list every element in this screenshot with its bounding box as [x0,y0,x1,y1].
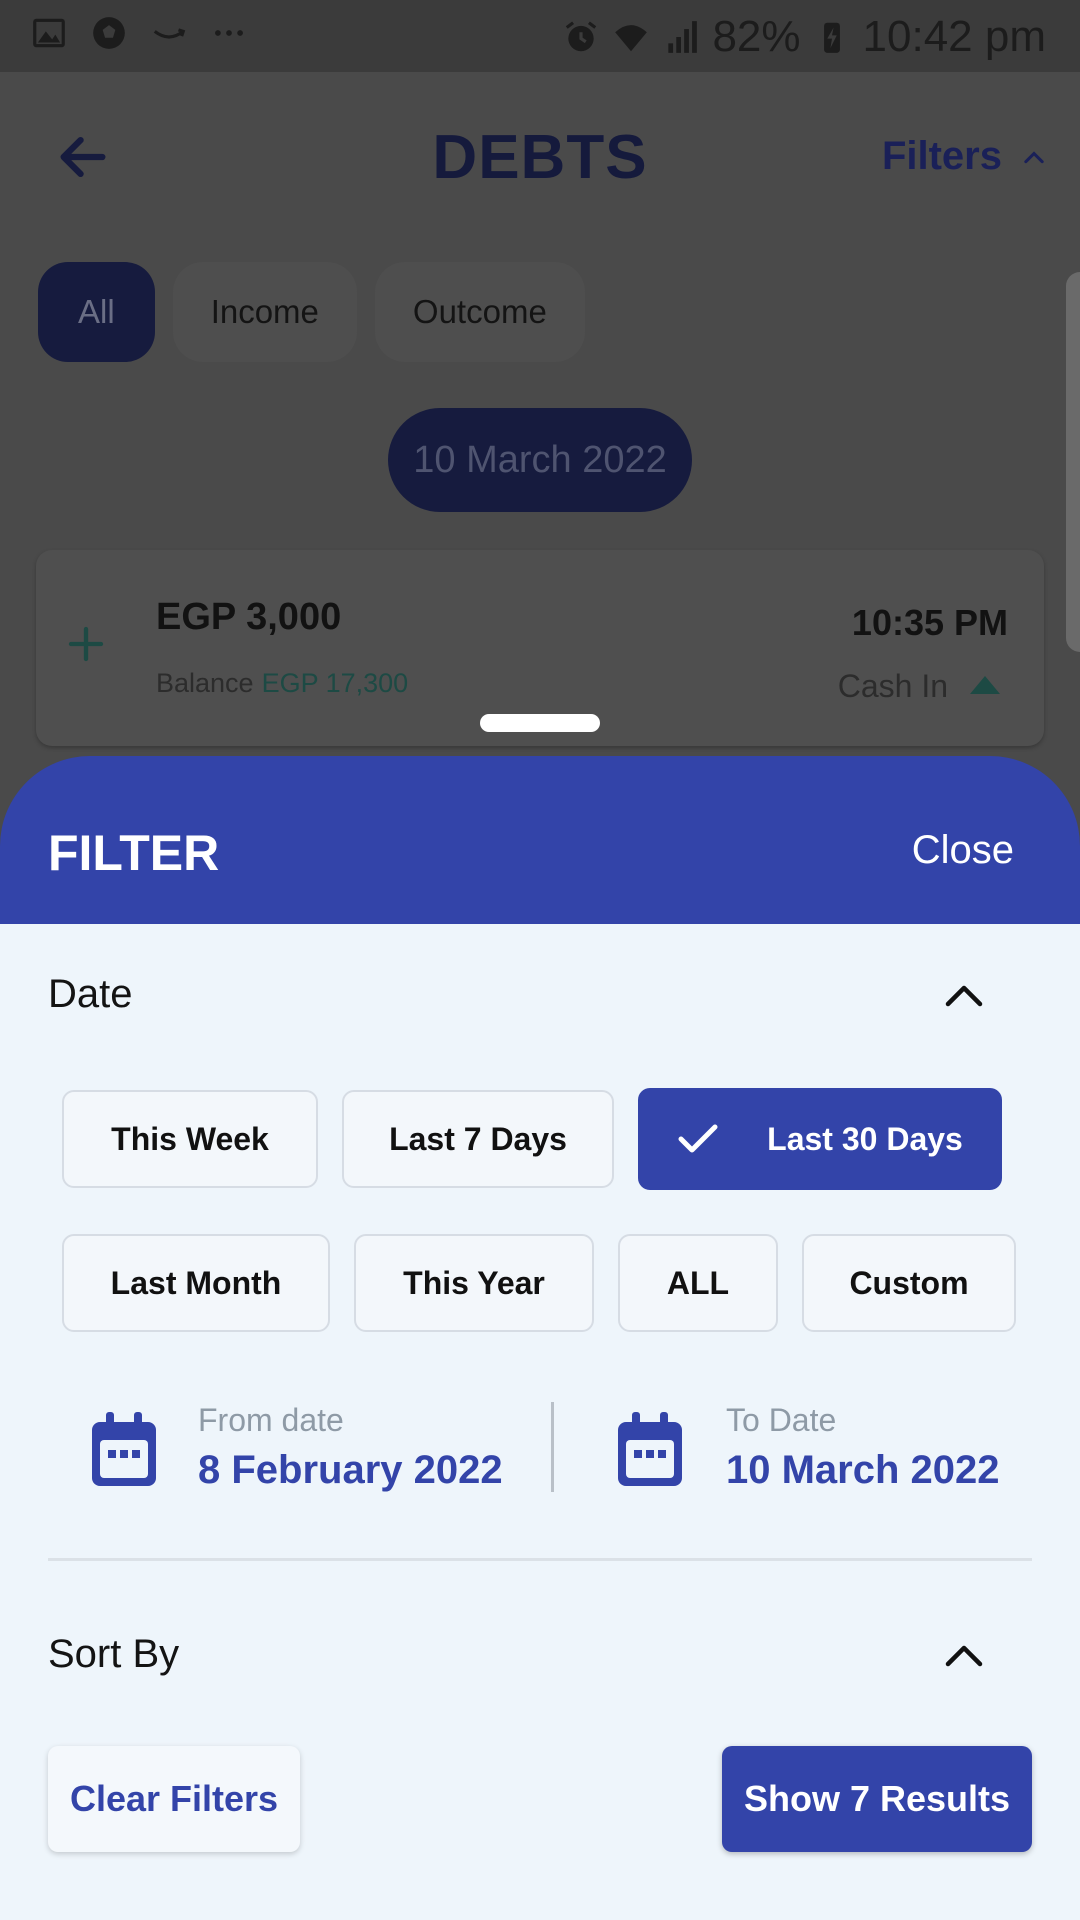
chip-all[interactable]: ALL [618,1234,778,1332]
battery-charging-icon [823,22,840,53]
type-tabs: All Income Outcome [38,262,585,362]
gallery-icon [33,18,65,48]
transaction-balance: Balance EGP 17,300 [156,668,408,699]
triangle-up-icon [970,676,1000,694]
chevron-up-icon [1024,150,1044,163]
sort-collapse-chevron-icon[interactable] [944,1642,984,1668]
signal-icon [668,21,698,53]
transaction-amount: EGP 3,000 [156,596,342,638]
tab-income[interactable]: Income [172,262,357,362]
check-icon [678,1124,718,1153]
date-group-pill: 10 March 2022 [388,408,692,512]
sort-section-label: Sort By [48,1632,180,1676]
date-section-label: Date [48,972,133,1016]
chip-this-year[interactable]: This Year [354,1234,594,1332]
from-date-caption: From date [198,1402,344,1438]
date-collapse-chevron-icon[interactable] [944,982,984,1008]
transaction-time: 10:35 PM [851,602,1008,643]
app-bar: DEBTS Filters [0,72,1080,242]
date-range-divider [551,1402,554,1492]
sheet-title: FILTER [48,825,220,881]
status-bar: 82% 10:42 pm [0,0,1080,72]
chip-custom[interactable]: Custom [802,1234,1016,1332]
clear-filters-button[interactable]: Clear Filters [48,1746,300,1852]
scrollbar[interactable] [1066,272,1080,652]
chip-last-7-days[interactable]: Last 7 Days [342,1090,614,1188]
balance-value: EGP 17,300 [261,668,409,698]
chip-last-month[interactable]: Last Month [62,1234,330,1332]
filters-label: Filters [881,134,1002,178]
more-dots-icon [215,30,243,36]
chip-last-30-days[interactable]: Last 30 Days [638,1088,1002,1190]
wifi-icon [615,25,648,52]
filter-sheet-header: FILTER Close [0,756,1080,924]
to-calendar-icon[interactable] [614,1410,686,1490]
tab-outcome[interactable]: Outcome [374,262,585,362]
sheet-drag-handle[interactable] [480,714,600,732]
from-calendar-icon[interactable] [88,1410,160,1490]
to-date-value[interactable]: 10 March 2022 [726,1448,1000,1493]
filter-sheet-body: Date This Week Last 7 Days Last 30 Days … [0,924,1080,1920]
section-divider [48,1558,1032,1561]
balance-label: Balance [156,668,254,698]
status-bar-right: 82% 10:42 pm [562,12,1046,62]
close-button[interactable]: Close [912,828,1014,873]
status-time: 10:42 pm [862,12,1046,61]
transaction-type: Cash In [837,668,948,704]
filters-toggle[interactable]: Filters [882,134,1048,179]
amazon-smile-icon [153,28,186,39]
battery-percent: 82% [712,12,801,61]
alarm-icon [566,21,597,52]
plus-icon [68,626,104,662]
soccer-ball-icon [93,17,125,49]
to-date-caption: To Date [726,1402,837,1438]
tab-all[interactable]: All [38,262,155,362]
status-bar-left [30,14,248,52]
from-date-value[interactable]: 8 February 2022 [198,1448,503,1493]
chip-last-30-days-label: Last 30 Days [767,1120,963,1157]
chip-this-week[interactable]: This Week [62,1090,318,1188]
show-results-button[interactable]: Show 7 Results [722,1746,1032,1852]
